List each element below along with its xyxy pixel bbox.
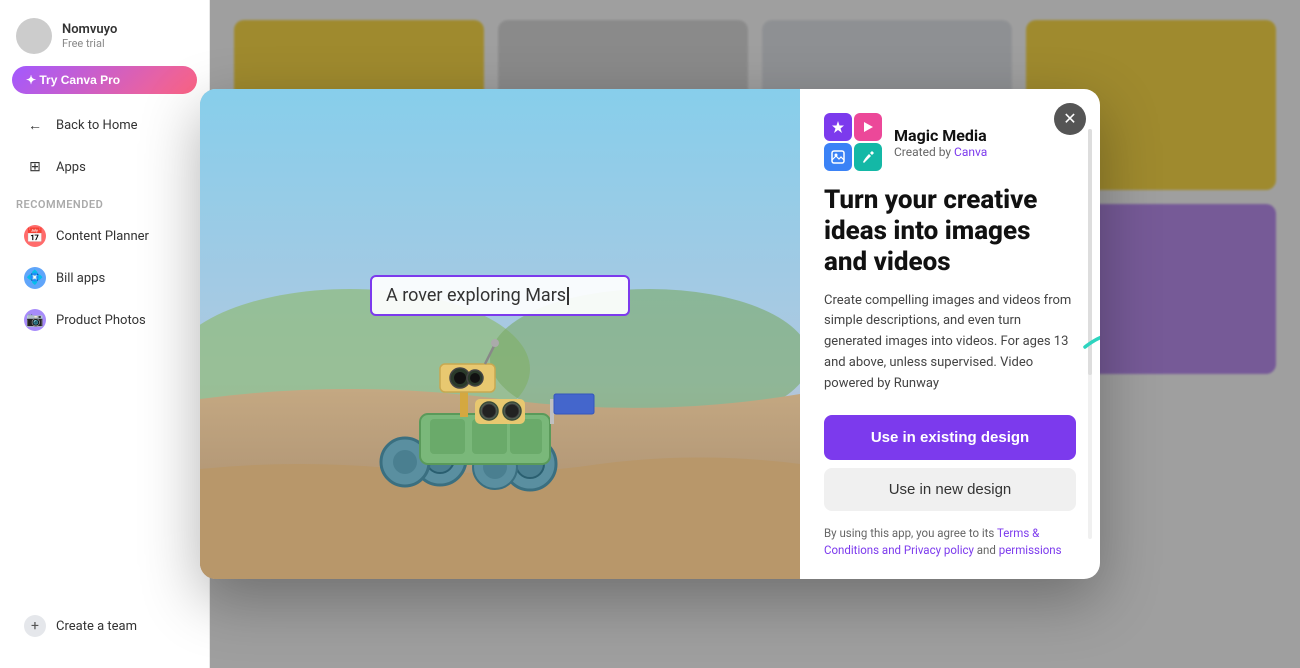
close-button[interactable]: ✕	[1054, 103, 1086, 135]
app-icon-blue	[824, 143, 852, 171]
modal-overlay: ✕	[0, 0, 1300, 668]
video-icon	[861, 120, 875, 134]
close-icon: ✕	[1063, 109, 1076, 129]
arrow-indicator	[1080, 307, 1100, 361]
app-icon-purple	[824, 113, 852, 141]
creator-link[interactable]: Canva	[954, 145, 987, 159]
image-prompt-input[interactable]: A rover exploring Mars	[370, 275, 630, 316]
magic-icon	[831, 120, 845, 134]
modal-right-panel: Magic Media Created by Canva Turn your c…	[800, 89, 1100, 579]
app-icon-row-2	[824, 143, 882, 171]
terms-middle: and	[974, 543, 999, 557]
permissions-link[interactable]: permissions	[999, 543, 1062, 557]
modal: ✕	[200, 89, 1100, 579]
use-new-button[interactable]: Use in new design	[824, 468, 1076, 511]
app-icons	[824, 113, 882, 171]
modal-image-panel: A rover exploring Mars	[200, 89, 800, 579]
app-info: Magic Media Created by Canva	[894, 126, 987, 159]
app-icon-pink	[854, 113, 882, 141]
app-icon-teal	[854, 143, 882, 171]
cursor	[567, 287, 569, 305]
app-creator: Created by Canva	[894, 145, 987, 159]
teal-arrow	[1080, 307, 1100, 357]
use-existing-button[interactable]: Use in existing design	[824, 415, 1076, 460]
app-icon-row-1	[824, 113, 882, 141]
image-icon	[831, 150, 845, 164]
mars-scene-svg	[200, 89, 800, 579]
app-header: Magic Media Created by Canva	[824, 113, 1076, 171]
modal-description: Create compelling images and videos from…	[824, 291, 1076, 397]
mars-image: A rover exploring Mars	[200, 89, 800, 579]
terms-prefix: By using this app, you agree to its	[824, 526, 997, 540]
created-by-text: Created by	[894, 145, 951, 159]
terms-area: By using this app, you agree to its Term…	[824, 525, 1076, 560]
modal-title: Turn your creative ideas into images and…	[824, 185, 1076, 279]
app-name: Magic Media	[894, 126, 987, 145]
image-prompt-text: A rover exploring Mars	[386, 285, 566, 306]
brush-icon	[861, 150, 875, 164]
